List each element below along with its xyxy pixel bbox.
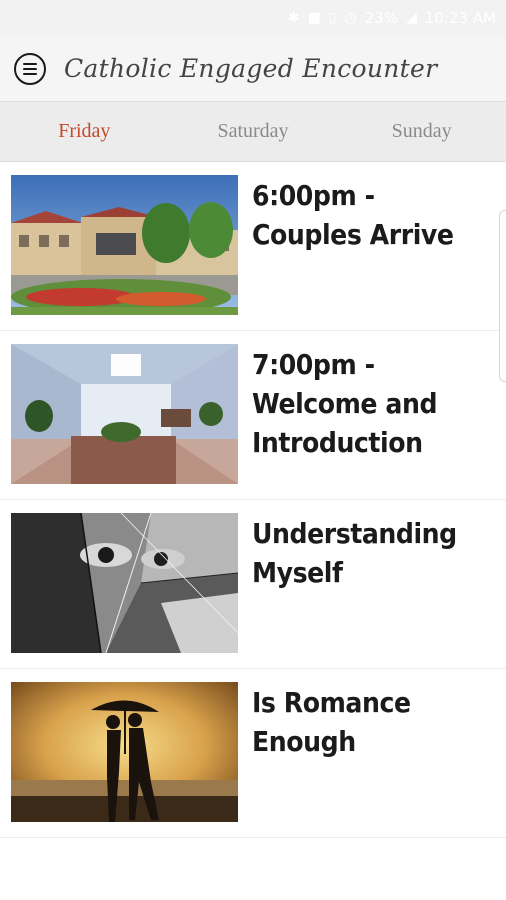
tab-friday[interactable]: Friday [0,102,169,161]
menu-icon[interactable] [14,52,46,85]
schedule-item-title: Understanding Myself [252,517,457,589]
retreat-center-building-photo [11,175,238,315]
day-tabs: Friday Saturday Sunday [0,102,506,162]
vibrate-icon: ▯ [328,10,337,26]
clock: 10:23 AM [424,9,496,27]
tab-saturday[interactable]: Saturday [169,102,338,161]
schedule-item[interactable]: 6:00pm - Couples Arrive [0,162,506,331]
couple-under-umbrella-sunset-photo [11,682,238,822]
app-bar: Catholic Engaged Encounter [0,36,506,102]
app-title: Catholic Engaged Encounter [64,54,438,83]
tab-sunday[interactable]: Sunday [337,102,506,161]
schedule-item[interactable]: Understanding Myself [0,500,506,669]
bluetooth-icon: ✱ [287,10,300,26]
battery-level: 23% [364,9,399,27]
alarm-icon: ◷ [344,10,357,26]
hallway-interior-photo [11,344,238,484]
schedule-item[interactable]: Is Romance Enough [0,669,506,838]
schedule-item-title: 7:00pm - Welcome and Introduction [252,348,438,459]
shattered-mirror-eyes-photo [11,513,238,653]
schedule-item-title: 6:00pm - Couples Arrive [252,179,454,251]
status-bar: ✱ ■ ▯ ◷ 23% ◢ 10:23 AM [0,0,506,36]
schedule-item-title: Is Romance Enough [252,686,411,758]
scrollbar[interactable] [499,210,506,382]
signal-icon: ◢ [406,10,417,26]
notification-icon: ■ [307,10,321,26]
schedule-item[interactable]: 7:00pm - Welcome and Introduction [0,331,506,500]
schedule-list: 6:00pm - Couples Arrive 7:00pm - Welcome… [0,162,506,838]
